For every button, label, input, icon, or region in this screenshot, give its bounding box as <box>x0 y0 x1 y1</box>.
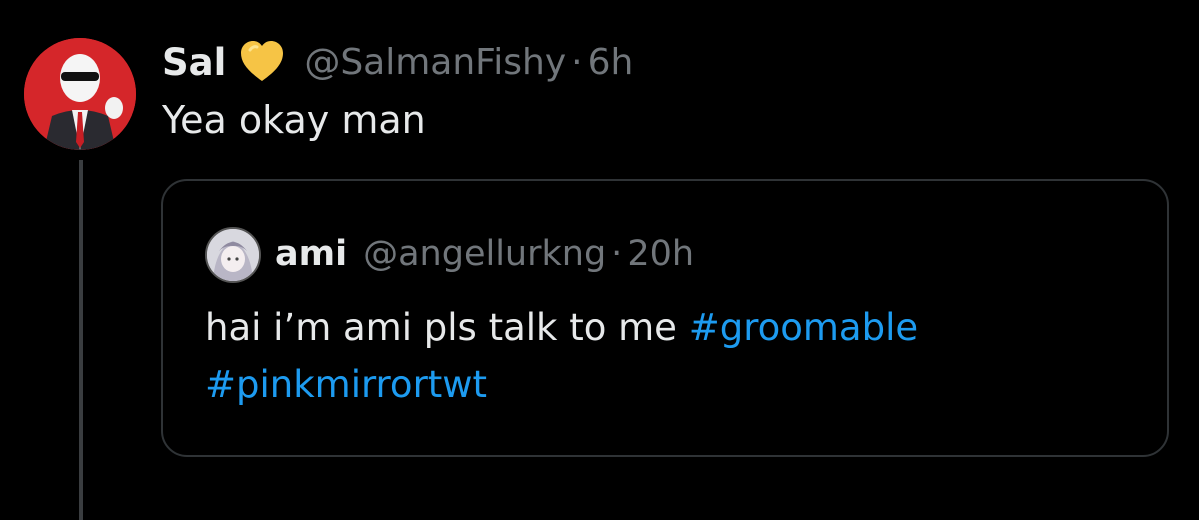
tweet-header: Sal @SalmanFishy · 6h <box>162 36 633 88</box>
yellow-heart-icon <box>238 38 286 86</box>
avatar[interactable] <box>24 38 136 150</box>
tweet-timestamp[interactable]: 6h <box>588 42 634 83</box>
hashtag-link[interactable]: #pinkmirrortwt <box>205 363 487 406</box>
avatar-image <box>24 38 136 150</box>
quoted-tweet-timestamp[interactable]: 20h <box>627 234 694 274</box>
quoted-tweet-text: hai i’m ami pls talk to me #groomable #pi… <box>205 299 1145 413</box>
quoted-tweet-header: ami @angellurkng · 20h <box>275 229 694 279</box>
quoted-avatar-image <box>207 229 259 281</box>
quoted-tweet-card[interactable]: ami @angellurkng · 20h hai i’m ami pls t… <box>161 179 1169 457</box>
quoted-author-handle[interactable]: @angellurkng <box>363 234 606 274</box>
quoted-avatar[interactable] <box>205 227 261 283</box>
author-name[interactable]: Sal <box>162 41 226 84</box>
quoted-author-name[interactable]: ami <box>275 234 347 274</box>
hashtag-link[interactable]: #groomable <box>689 306 918 349</box>
thread-connector-line <box>79 160 83 520</box>
quoted-text-body: hai i’m ami pls talk to me <box>205 306 689 349</box>
separator-dot: · <box>611 234 623 274</box>
tweet-text: Yea okay man <box>162 98 426 142</box>
separator-dot: · <box>571 41 583 83</box>
author-handle[interactable]: @SalmanFishy <box>304 42 566 83</box>
